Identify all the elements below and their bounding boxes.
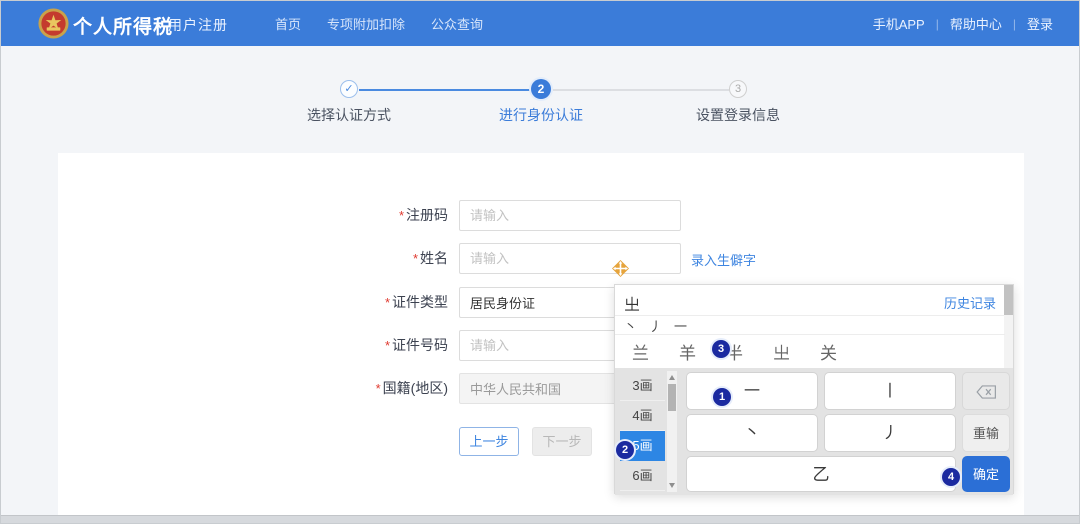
stroke-entered: 丿: [649, 316, 662, 335]
stroke-entered: 丶: [624, 316, 637, 335]
label-id-number: *证件号码: [321, 330, 448, 361]
stroke-count-6[interactable]: 6画: [620, 461, 665, 491]
stepper-line-done: [359, 89, 531, 91]
candidate-char[interactable]: 兰: [632, 339, 649, 364]
step3-label: 设置登录信息: [668, 105, 808, 125]
ime-scrollbar-thumb[interactable]: [1004, 285, 1013, 315]
ime-scrollbar-track[interactable]: [1004, 285, 1013, 368]
previous-step-button[interactable]: 上一步: [459, 427, 519, 456]
ime-history-link[interactable]: 历史记录: [944, 293, 996, 312]
link-mobile-app[interactable]: 手机APP: [873, 14, 925, 33]
key-reenter[interactable]: 重输: [962, 414, 1010, 452]
key-shu[interactable]: 丨: [824, 372, 956, 410]
registration-code-input[interactable]: [459, 200, 681, 231]
step3-indicator: 3: [729, 80, 747, 98]
nav-home[interactable]: 首页: [275, 14, 301, 33]
main-nav: 首页 专项附加扣除 公众查询: [275, 1, 483, 46]
name-input[interactable]: [459, 243, 681, 274]
callout-badge-1: 1: [713, 388, 731, 406]
next-step-button[interactable]: 下一步: [532, 427, 592, 456]
move-drag-icon[interactable]: [610, 258, 631, 279]
nav-public-inquiry[interactable]: 公众查询: [431, 14, 483, 33]
ime-entered-strokes: 丶 丿 一: [615, 316, 1005, 335]
national-emblem-logo: [37, 7, 70, 40]
stroke-entered: 一: [674, 316, 687, 335]
bottom-edge-strip: [1, 515, 1079, 523]
step2-label: 进行身份认证: [471, 105, 611, 125]
nav-special-deduction[interactable]: 专项附加扣除: [327, 14, 405, 33]
stroke-count-3[interactable]: 3画: [620, 371, 665, 401]
registration-page: 个人所得税 | 用户注册 首页 专项附加扣除 公众查询 手机APP | 帮助中心…: [0, 0, 1080, 524]
candidate-char[interactable]: 关: [820, 339, 837, 364]
key-dian[interactable]: 丶: [686, 414, 818, 452]
key-pie[interactable]: 丿: [824, 414, 956, 452]
ime-candidate-row: 兰 羊 半 㞢 关: [615, 335, 1005, 368]
rare-character-link[interactable]: 录入生僻字: [691, 250, 756, 269]
key-yi[interactable]: 乙: [686, 456, 956, 492]
step1-label: 选择认证方式: [279, 105, 419, 125]
stroke-count-4[interactable]: 4画: [620, 401, 665, 431]
ime-composition-bar: 㞢 历史记录: [615, 285, 1013, 316]
link-divider: |: [1013, 17, 1016, 31]
key-backspace[interactable]: [962, 372, 1010, 410]
label-registration-code: *注册码: [321, 200, 448, 231]
step2-indicator: 2: [531, 79, 551, 99]
candidate-char[interactable]: 㞢: [773, 339, 790, 364]
candidate-char[interactable]: 羊: [679, 339, 696, 364]
link-divider: |: [936, 17, 939, 31]
callout-badge-2: 2: [616, 441, 634, 459]
stroke-ime-panel: 㞢 历史记录 丶 丿 一 兰 羊 半 㞢 关 3画 4画 5画 6画: [614, 284, 1014, 494]
header-links: 手机APP | 帮助中心 | 登录: [873, 1, 1053, 46]
label-name: *姓名: [321, 243, 448, 274]
link-help-center[interactable]: 帮助中心: [950, 14, 1002, 33]
key-confirm[interactable]: 确定: [962, 456, 1010, 492]
label-id-type: *证件类型: [321, 287, 448, 318]
link-login[interactable]: 登录: [1027, 14, 1053, 33]
stroke-count-scrollbar[interactable]: [667, 371, 677, 492]
ime-composed-character: 㞢: [624, 291, 640, 315]
stepper-line-pending: [553, 89, 729, 91]
step1-check-icon: ✓: [340, 80, 358, 98]
scroll-up-icon[interactable]: [669, 375, 675, 380]
stroke-count-list: 3画 4画 5画 6画: [620, 371, 665, 491]
backspace-icon: [976, 385, 997, 399]
page-subtitle: 用户注册: [168, 15, 228, 35]
scroll-down-icon[interactable]: [669, 483, 675, 488]
callout-badge-3: 3: [712, 340, 730, 358]
key-heng[interactable]: 一: [686, 372, 818, 410]
title-divider: |: [156, 14, 160, 30]
top-header: 个人所得税 | 用户注册 首页 专项附加扣除 公众查询 手机APP | 帮助中心…: [1, 1, 1079, 46]
label-nationality: *国籍(地区): [321, 373, 448, 404]
callout-badge-4: 4: [942, 468, 960, 486]
stroke-count-scroll-thumb[interactable]: [668, 384, 676, 411]
